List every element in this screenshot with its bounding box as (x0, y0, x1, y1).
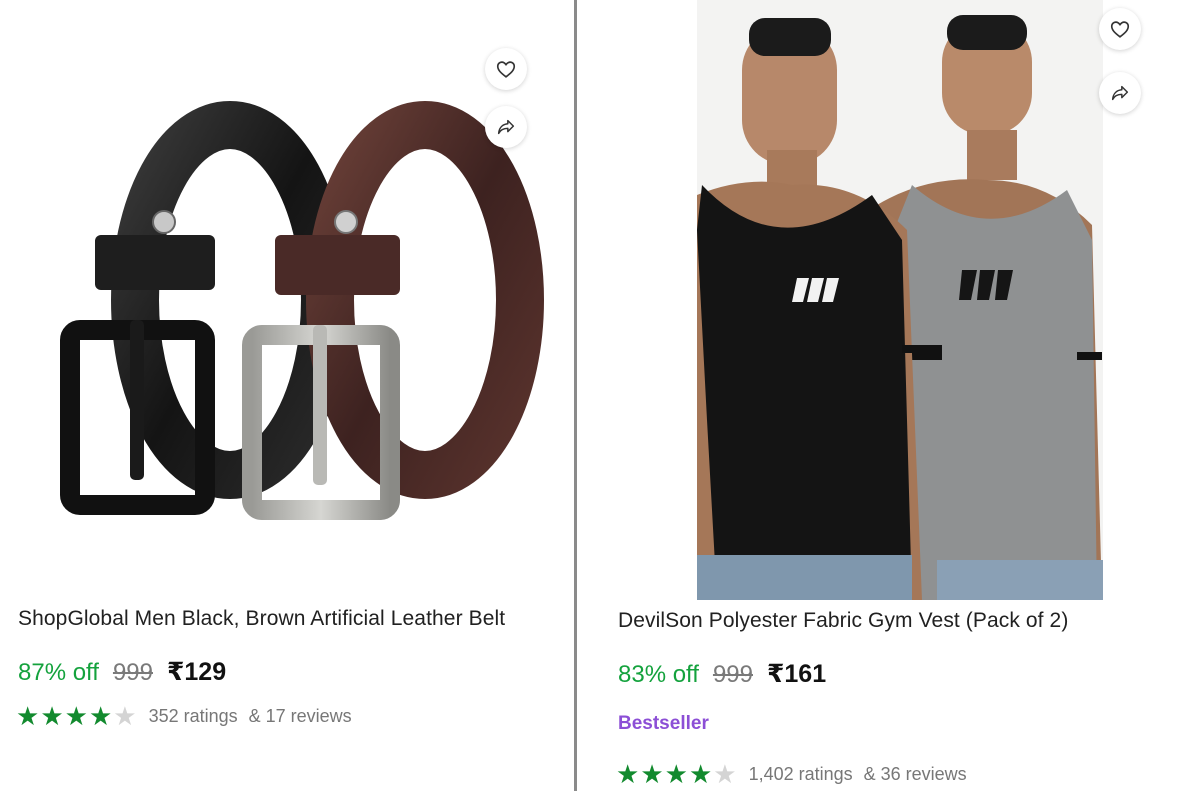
product-image-belt[interactable] (40, 90, 560, 560)
heart-icon (1110, 21, 1130, 38)
star-icon: ★ (88, 701, 113, 731)
star-icon: ★ (113, 701, 137, 731)
star-icon: ★ (64, 701, 88, 731)
star-icon: ★ (640, 759, 664, 789)
share-button[interactable] (1099, 72, 1141, 114)
reviews-count: & 17 reviews (248, 705, 352, 726)
discount-label: 83% off (618, 661, 699, 688)
star-icon: ★ (40, 701, 64, 731)
product-image-gym-vest[interactable] (697, 0, 1103, 600)
wishlist-button[interactable] (1099, 8, 1141, 50)
product-title[interactable]: DevilSon Polyester Fabric Gym Vest (Pack… (618, 609, 1068, 633)
ratings-count: 352 ratings (148, 705, 238, 726)
star-icon: ★ (16, 701, 40, 731)
star-icon: ★ (688, 759, 713, 789)
ratings-count: 1,402 ratings (748, 763, 853, 784)
star-rating: ★ ★ ★ ★ ★ (16, 703, 137, 729)
product-title[interactable]: ShopGlobal Men Black, Brown Artificial L… (18, 607, 505, 631)
star-rating: ★ ★ ★ ★ ★ (616, 761, 737, 787)
star-icon: ★ (616, 759, 640, 789)
share-icon (1111, 85, 1129, 101)
share-button[interactable] (485, 106, 527, 148)
gym-vest-models-image (697, 0, 1103, 600)
selling-price: ₹129 (167, 658, 227, 686)
price-row: 83% off 999 ₹161 (618, 659, 826, 689)
belt-pair-image (60, 101, 544, 520)
selling-price: ₹161 (767, 660, 827, 688)
product-card-gym-vest[interactable]: DevilSon Polyester Fabric Gym Vest (Pack… (577, 0, 1200, 791)
star-icon: ★ (664, 759, 688, 789)
rating-row[interactable]: ★ ★ ★ ★ ★ 352 ratings & 17 reviews (16, 703, 352, 729)
share-icon (497, 119, 515, 135)
discount-label: 87% off (18, 659, 99, 686)
price-row: 87% off 999 ₹129 (18, 657, 226, 687)
rating-row[interactable]: ★ ★ ★ ★ ★ 1,402 ratings & 36 reviews (616, 761, 967, 787)
mrp-price: 999 (112, 659, 153, 686)
bestseller-badge: Bestseller (618, 713, 709, 734)
wishlist-button[interactable] (485, 48, 527, 90)
product-card-belt[interactable]: ShopGlobal Men Black, Brown Artificial L… (0, 0, 574, 791)
heart-icon (496, 61, 516, 78)
reviews-count: & 36 reviews (863, 763, 967, 784)
star-icon: ★ (713, 759, 737, 789)
mrp-price: 999 (712, 661, 753, 688)
